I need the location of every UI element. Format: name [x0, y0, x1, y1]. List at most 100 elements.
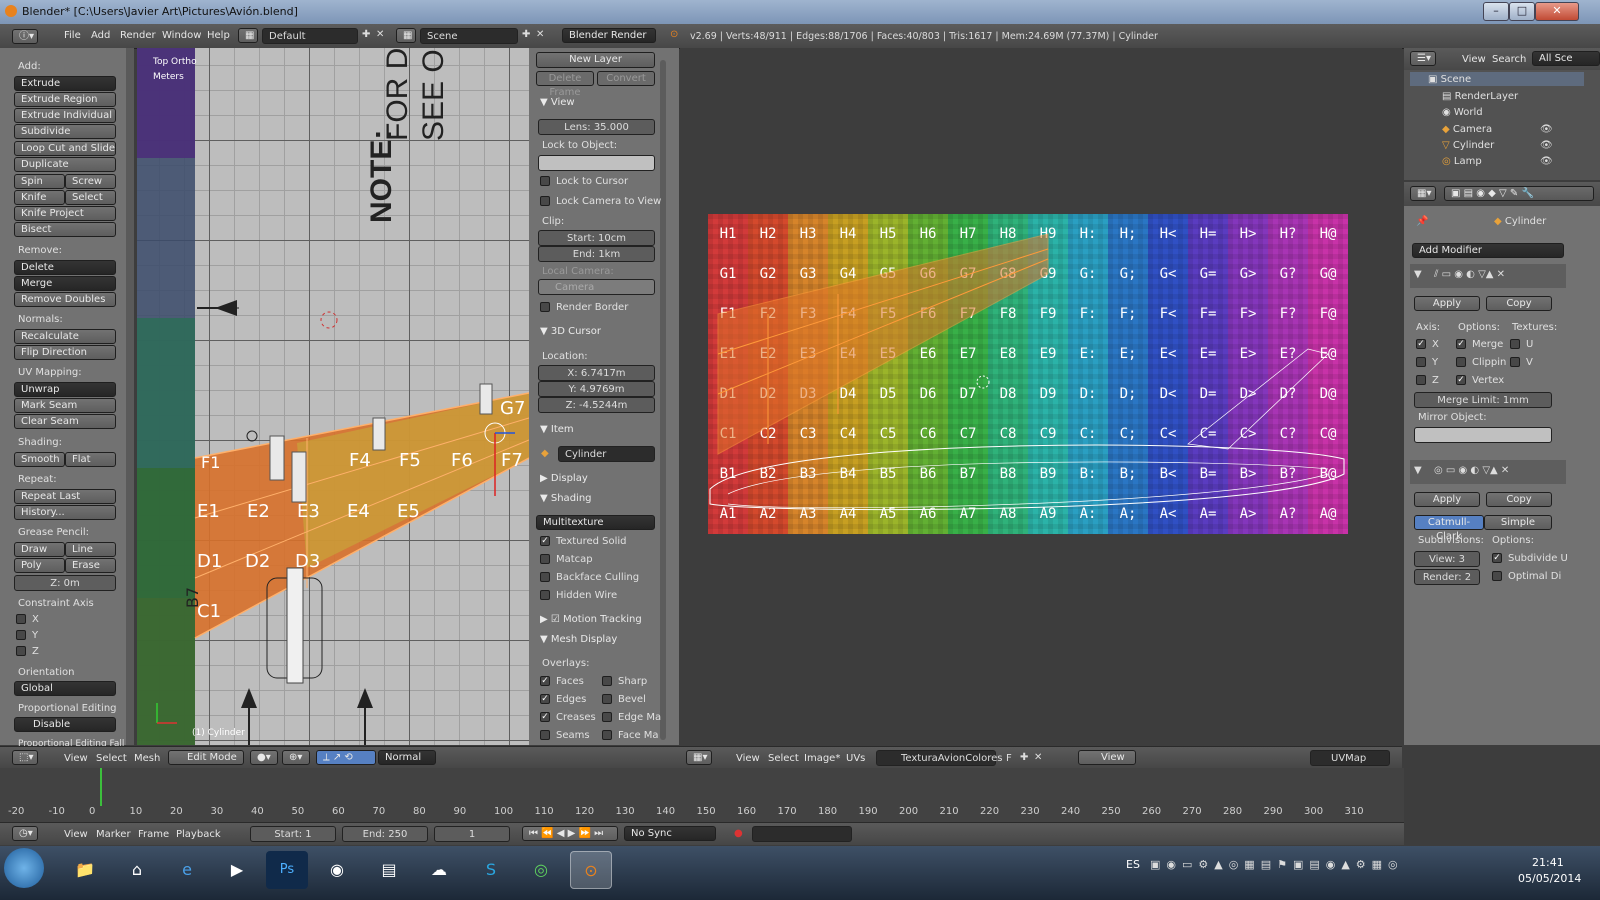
item-name-field[interactable]: Cylinder [558, 446, 655, 462]
uv-menu-view[interactable]: View [736, 753, 760, 764]
editor-type-icon[interactable]: ⓘ▾ [12, 29, 38, 44]
uvmap-selector[interactable]: UVMap [1310, 750, 1390, 766]
viewport-shading-icon[interactable]: ●▾ [250, 750, 278, 765]
bisect-button[interactable]: Bisect [14, 222, 116, 237]
internet-explorer-taskbar-icon[interactable]: e [166, 851, 208, 889]
recalculate-button[interactable]: Recalculate [14, 329, 116, 344]
constraint-z-checkbox[interactable] [16, 646, 26, 656]
photoshop-taskbar-icon[interactable]: Ps [266, 851, 308, 889]
lock-camera-checkbox[interactable] [540, 196, 550, 206]
grease-draw-button[interactable]: Draw [14, 542, 65, 557]
merge-menu[interactable]: Merge [14, 276, 116, 291]
optimal-display-checkbox[interactable] [1492, 571, 1502, 581]
proportional-editing-selector[interactable]: Disable [14, 717, 116, 732]
mark-seam-button[interactable]: Mark Seam [14, 398, 116, 413]
merge-limit-field[interactable]: Merge Limit: 1mm [1414, 392, 1552, 408]
mode-selector[interactable]: Edit Mode [168, 750, 244, 765]
media-player-taskbar-icon[interactable]: ▶ [216, 851, 258, 889]
textured-solid-checkbox[interactable]: ✓ [540, 536, 550, 546]
outliner-menu-view[interactable]: View [1462, 54, 1486, 65]
outliner-item-camera[interactable]: ◆ Camera [1442, 124, 1492, 135]
remove-doubles-button[interactable]: Remove Doubles [14, 292, 116, 307]
edges-checkbox[interactable]: ✓ [540, 694, 550, 704]
properties-editor-type-icon[interactable]: ▦▾ [1410, 186, 1436, 201]
bevel-checkbox[interactable] [602, 694, 612, 704]
view-levels-field[interactable]: View: 3 [1414, 551, 1480, 567]
timeline-menu-view[interactable]: View [64, 829, 88, 840]
repeat-last-button[interactable]: Repeat Last [14, 489, 116, 504]
clip-end-field[interactable]: End: 1km [538, 246, 655, 262]
menu-render[interactable]: Render [120, 30, 156, 41]
properties-context-tabs[interactable]: ▣ ▤ ◉ ◆ ▽ ✎ 🔧 [1444, 186, 1594, 201]
image-name-field[interactable]: TexturaAvionColores [876, 750, 1002, 766]
viewport-menu-mesh[interactable]: Mesh [134, 753, 160, 764]
clip-start-field[interactable]: Start: 10cm [538, 230, 655, 246]
texture-v-checkbox[interactable] [1510, 357, 1520, 367]
knife-select-button[interactable]: Select [65, 190, 116, 205]
duplicate-button[interactable]: Duplicate [14, 157, 116, 172]
subsurf-apply-button[interactable]: Apply [1414, 492, 1480, 507]
outliner-editor-type-icon[interactable]: ☰▾ [1410, 51, 1436, 66]
viewport-editor-type-icon[interactable]: ⬚▾ [12, 750, 38, 765]
notepad-taskbar-icon[interactable]: ▤ [368, 851, 410, 889]
menu-help[interactable]: Help [207, 30, 230, 41]
z-offset-field[interactable]: Z: 0m [14, 575, 116, 591]
fake-user-icon[interactable]: F [1006, 753, 1012, 764]
edge-marks-checkbox[interactable] [602, 712, 612, 722]
uv-menu-uvs[interactable]: UVs [846, 753, 865, 764]
knife-project-button[interactable]: Knife Project [14, 206, 116, 221]
cursor-x-field[interactable]: X: 6.7417m [538, 365, 655, 381]
extrude-menu[interactable]: Extrude [14, 76, 116, 91]
backface-culling-checkbox[interactable] [540, 572, 550, 582]
close-window-button[interactable]: ✕ [1535, 2, 1579, 21]
clipping-checkbox[interactable] [1456, 357, 1466, 367]
network-taskbar-icon[interactable]: ☁ [418, 851, 460, 889]
view-panel-header[interactable]: ▼ View [540, 97, 575, 108]
keying-set-field[interactable] [752, 826, 852, 842]
extrude-region-button[interactable]: Extrude Region [14, 92, 116, 107]
sync-mode-selector[interactable]: No Sync [624, 826, 716, 841]
timeline-menu-marker[interactable]: Marker [96, 829, 131, 840]
current-frame-marker[interactable] [100, 768, 102, 806]
tool-shelf-scrollbar[interactable] [126, 48, 134, 745]
outliner-item-cylinder[interactable]: ▽ Cylinder [1442, 140, 1494, 151]
render-border-checkbox[interactable] [540, 302, 550, 312]
new-image-icon[interactable]: ✚ [1020, 752, 1028, 763]
smooth-button[interactable]: Smooth [14, 452, 65, 467]
playback-controls[interactable]: ⏮ ⏪ ◀ ▶ ⏩ ⏭ [522, 826, 618, 841]
collapse-arrow-icon[interactable]: ▼ [1414, 269, 1422, 280]
subsurf-modifier-icons[interactable]: ◎ ▭ ◉ ◐ ▽▲ ✕ [1434, 465, 1509, 476]
creases-checkbox[interactable]: ✓ [540, 712, 550, 722]
hidden-wire-checkbox[interactable] [540, 590, 550, 600]
uv-menu-image[interactable]: Image* [804, 753, 840, 764]
pivot-point-icon[interactable]: ⊕▾ [282, 750, 310, 765]
local-camera-field[interactable]: Camera [538, 279, 655, 295]
scene-selector[interactable]: Scene [420, 28, 518, 44]
menu-add[interactable]: Add [91, 30, 110, 41]
face-marks-checkbox[interactable] [602, 730, 612, 740]
loop-cut-button[interactable]: Loop Cut and Slide [14, 141, 116, 156]
spin-button[interactable]: Spin [14, 174, 65, 189]
convert-button[interactable]: Convert [597, 71, 655, 86]
viewport-menu-view[interactable]: View [64, 753, 88, 764]
lens-field[interactable]: Lens: 35.000 [538, 119, 655, 135]
mesh-display-header[interactable]: ▼ Mesh Display [540, 634, 617, 645]
merge-checkbox[interactable]: ✓ [1456, 339, 1466, 349]
catmull-clark-button[interactable]: Catmull-Clark [1414, 515, 1484, 542]
current-frame-field[interactable]: 1 [434, 826, 510, 842]
system-tray-icons[interactable]: ▣◉▭⚙▲◎▦▤⚑▣▤◉▲⚙▦◎ [1150, 858, 1486, 872]
visibility-eye-icon[interactable]: 👁 [1540, 124, 1553, 135]
orientation-selector[interactable]: Global [14, 681, 116, 696]
maximize-button[interactable]: □ [1509, 2, 1535, 21]
delete-frame-button[interactable]: Delete Frame [536, 71, 594, 98]
visibility-eye-icon[interactable]: 👁 [1540, 140, 1553, 151]
clear-seam-button[interactable]: Clear Seam [14, 414, 116, 429]
manipulator-icons[interactable]: ⟂ ↗ ⟲ [316, 750, 376, 765]
layout-selector[interactable]: Default [262, 28, 358, 44]
screw-button[interactable]: Screw [65, 174, 116, 189]
shading-mode-selector[interactable]: Multitexture [536, 515, 655, 530]
outliner-item-renderlayer[interactable]: ▤ RenderLayer [1442, 91, 1518, 102]
cursor-panel-header[interactable]: ▼ 3D Cursor [540, 326, 601, 337]
outliner-filter-selector[interactable]: All Sce [1532, 51, 1600, 66]
timeline-menu-frame[interactable]: Frame [138, 829, 169, 840]
